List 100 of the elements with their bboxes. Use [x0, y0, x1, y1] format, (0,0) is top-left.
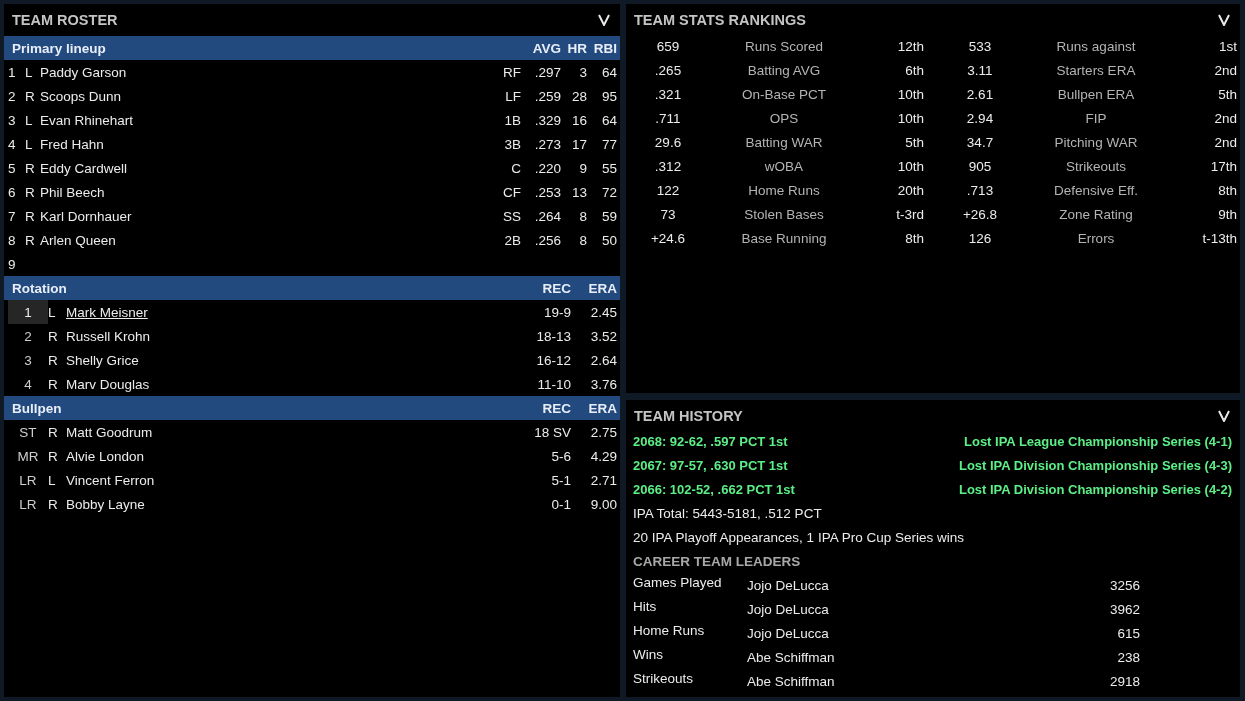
stat-label: Defensive Eff. [1053, 182, 1139, 198]
player-name[interactable]: Russell Krohn [66, 328, 481, 344]
stat-label: OPS [768, 110, 800, 126]
pitcher-role: 2 [23, 328, 33, 344]
stat-rank: 2nd [1213, 134, 1237, 150]
throw-hand: R [48, 376, 59, 392]
stat-label: Home Runs [747, 182, 821, 198]
rbi-value: 59 [600, 208, 617, 224]
stat-value: 533 [967, 38, 993, 54]
player-name[interactable]: Alvie London [66, 448, 481, 464]
leader-category: Home Runs [633, 622, 706, 638]
stat-label: Stolen Bases [743, 206, 825, 222]
throw-hand: L [48, 304, 57, 320]
batting-average: .259 [533, 88, 561, 104]
player-name[interactable]: Karl Dornhauer [40, 208, 489, 224]
stat-value: 73 [659, 206, 677, 222]
bat-hand: R [25, 232, 36, 248]
pitcher-role: MR [16, 448, 40, 464]
section-title: Bullpen [12, 400, 63, 416]
player-name[interactable]: Matt Goodrum [66, 424, 481, 440]
player-name: Abe Schiffman [747, 649, 836, 665]
player-name[interactable]: Phil Beech [40, 184, 489, 200]
rbi-value: 55 [600, 160, 617, 176]
pitcher-record: 5-6 [550, 448, 571, 464]
pitcher-role: 3 [23, 352, 33, 368]
stat-value: 2.61 [965, 86, 995, 102]
batting-average: .329 [533, 112, 561, 128]
player-name[interactable]: Mark Meisner [66, 304, 481, 320]
pitcher-role: 4 [23, 376, 33, 392]
era-value: 4.29 [589, 448, 617, 464]
rbi-value: 77 [600, 136, 617, 152]
stat-value: 2.94 [965, 110, 995, 126]
rbi-value: 64 [600, 112, 617, 128]
home-runs: 8 [578, 232, 587, 248]
throw-hand: R [48, 424, 59, 440]
stat-value: .711 [654, 110, 682, 126]
column-header: RBI [592, 40, 617, 56]
lineup-slot: 8 [8, 232, 25, 248]
stat-value: .312 [653, 158, 683, 174]
leader-value: 3962 [1108, 601, 1140, 617]
player-name[interactable]: Eddy Cardwell [40, 160, 489, 176]
player-name[interactable]: Bobby Layne [66, 496, 481, 512]
bat-hand: R [25, 208, 36, 224]
home-runs: 17 [570, 136, 587, 152]
throw-hand: L [48, 472, 57, 488]
rbi-value: 64 [600, 64, 617, 80]
stat-value: +26.8 [961, 206, 999, 222]
pitcher-record: 19-9 [542, 304, 571, 320]
player-name: Jojo DeLucca [747, 601, 830, 617]
player-name[interactable]: Shelly Grice [66, 352, 481, 368]
stat-label: Errors [1076, 230, 1116, 246]
stat-rank: 9th [1217, 206, 1237, 222]
season-record: 2068: 92-62, .597 PCT 1st [633, 433, 788, 449]
pitcher-role: LR [18, 472, 38, 488]
home-runs: 16 [570, 112, 587, 128]
stat-label: FIP [1084, 110, 1108, 126]
batting-average: .264 [533, 208, 561, 224]
stat-rank: 12th [896, 38, 924, 54]
stat-rank: 6th [904, 62, 924, 78]
stat-rank: 5th [1217, 86, 1237, 102]
bat-hand: R [25, 184, 36, 200]
pitcher-record: 18-13 [535, 328, 571, 344]
stat-value: 122 [655, 182, 681, 198]
home-runs: 28 [570, 88, 587, 104]
player-name[interactable]: Scoops Dunn [40, 88, 489, 104]
era-value: 2.64 [589, 352, 617, 368]
season-record: 2066: 102-52, .662 PCT 1st [633, 481, 795, 497]
lineup-slot: 3 [8, 112, 25, 128]
section-title: Rotation [12, 280, 68, 296]
stat-rank: 5th [904, 134, 924, 150]
player-name[interactable]: Fred Hahn [40, 136, 489, 152]
throw-hand: R [48, 352, 59, 368]
throw-hand: R [48, 448, 59, 464]
stat-label: Zone Rating [1058, 206, 1134, 222]
throw-hand: R [48, 328, 59, 344]
franchise-total: IPA Total: 5443-5181, .512 PCT [633, 505, 822, 521]
era-value: 3.76 [589, 376, 617, 392]
stat-rank: t-13th [1201, 230, 1237, 246]
collapse-chevron-icon[interactable] [1218, 14, 1230, 26]
era-value: 3.52 [589, 328, 617, 344]
player-name[interactable]: Marv Douglas [66, 376, 481, 392]
bat-hand: L [25, 64, 34, 80]
leader-category: Strikeouts [633, 670, 695, 686]
player-name[interactable]: Paddy Garson [40, 64, 489, 80]
column-header: AVG [531, 40, 561, 56]
player-name[interactable]: Arlen Queen [40, 232, 489, 248]
playoff-result: Lost IPA League Championship Series (4-1) [964, 433, 1232, 449]
rbi-value: 95 [600, 88, 617, 104]
stat-rank: 10th [896, 86, 924, 102]
batting-average: .273 [533, 136, 561, 152]
player-name[interactable]: Vincent Ferron [66, 472, 481, 488]
stat-label: Starters ERA [1055, 62, 1137, 78]
column-header: HR [566, 40, 587, 56]
column-header: ERA [587, 400, 617, 416]
player-name[interactable]: Evan Rhinehart [40, 112, 489, 128]
collapse-chevron-icon[interactable] [598, 14, 610, 26]
home-runs: 13 [570, 184, 587, 200]
stat-rank: 2nd [1213, 62, 1237, 78]
collapse-chevron-icon[interactable] [1218, 410, 1230, 422]
panel-title: TEAM ROSTER [12, 12, 118, 28]
